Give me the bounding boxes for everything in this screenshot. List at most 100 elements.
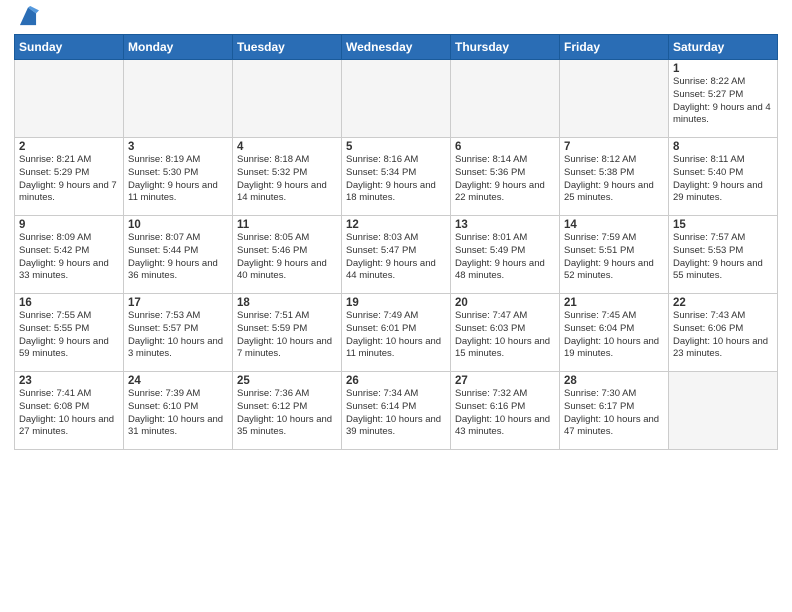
header-area [14,10,778,28]
calendar-cell: 14Sunrise: 7:59 AM Sunset: 5:51 PM Dayli… [560,216,669,294]
day-info: Sunrise: 7:36 AM Sunset: 6:12 PM Dayligh… [237,388,337,439]
day-info: Sunrise: 8:07 AM Sunset: 5:44 PM Dayligh… [128,232,228,283]
calendar-header-row: SundayMondayTuesdayWednesdayThursdayFrid… [15,35,778,60]
day-info: Sunrise: 8:01 AM Sunset: 5:49 PM Dayligh… [455,232,555,283]
day-number: 7 [564,141,664,153]
day-info: Sunrise: 7:45 AM Sunset: 6:04 PM Dayligh… [564,310,664,361]
calendar-cell: 12Sunrise: 8:03 AM Sunset: 5:47 PM Dayli… [342,216,451,294]
calendar-cell: 18Sunrise: 7:51 AM Sunset: 5:59 PM Dayli… [233,294,342,372]
day-info: Sunrise: 8:14 AM Sunset: 5:36 PM Dayligh… [455,154,555,205]
day-number: 1 [673,63,773,75]
weekday-header-friday: Friday [560,35,669,60]
day-info: Sunrise: 7:53 AM Sunset: 5:57 PM Dayligh… [128,310,228,361]
day-number: 6 [455,141,555,153]
day-info: Sunrise: 7:30 AM Sunset: 6:17 PM Dayligh… [564,388,664,439]
calendar-week-3: 16Sunrise: 7:55 AM Sunset: 5:55 PM Dayli… [15,294,778,372]
day-info: Sunrise: 8:05 AM Sunset: 5:46 PM Dayligh… [237,232,337,283]
day-number: 14 [564,219,664,231]
calendar-cell: 20Sunrise: 7:47 AM Sunset: 6:03 PM Dayli… [451,294,560,372]
calendar-week-1: 2Sunrise: 8:21 AM Sunset: 5:29 PM Daylig… [15,138,778,216]
day-info: Sunrise: 7:43 AM Sunset: 6:06 PM Dayligh… [673,310,773,361]
calendar-cell [451,60,560,138]
logo-icon [17,6,39,28]
day-info: Sunrise: 8:11 AM Sunset: 5:40 PM Dayligh… [673,154,773,205]
calendar-cell: 11Sunrise: 8:05 AM Sunset: 5:46 PM Dayli… [233,216,342,294]
day-number: 22 [673,297,773,309]
calendar-cell: 27Sunrise: 7:32 AM Sunset: 6:16 PM Dayli… [451,372,560,450]
day-number: 4 [237,141,337,153]
calendar-cell: 7Sunrise: 8:12 AM Sunset: 5:38 PM Daylig… [560,138,669,216]
day-info: Sunrise: 7:34 AM Sunset: 6:14 PM Dayligh… [346,388,446,439]
day-number: 5 [346,141,446,153]
day-info: Sunrise: 7:55 AM Sunset: 5:55 PM Dayligh… [19,310,119,361]
day-info: Sunrise: 8:22 AM Sunset: 5:27 PM Dayligh… [673,76,773,127]
day-number: 23 [19,375,119,387]
calendar-cell: 19Sunrise: 7:49 AM Sunset: 6:01 PM Dayli… [342,294,451,372]
calendar-cell: 13Sunrise: 8:01 AM Sunset: 5:49 PM Dayli… [451,216,560,294]
calendar-cell: 8Sunrise: 8:11 AM Sunset: 5:40 PM Daylig… [669,138,778,216]
calendar-cell: 17Sunrise: 7:53 AM Sunset: 5:57 PM Dayli… [124,294,233,372]
calendar-cell: 2Sunrise: 8:21 AM Sunset: 5:29 PM Daylig… [15,138,124,216]
weekday-header-thursday: Thursday [451,35,560,60]
calendar-cell: 21Sunrise: 7:45 AM Sunset: 6:04 PM Dayli… [560,294,669,372]
day-number: 11 [237,219,337,231]
day-number: 10 [128,219,228,231]
calendar-cell: 5Sunrise: 8:16 AM Sunset: 5:34 PM Daylig… [342,138,451,216]
weekday-header-monday: Monday [124,35,233,60]
day-info: Sunrise: 8:18 AM Sunset: 5:32 PM Dayligh… [237,154,337,205]
calendar-cell [233,60,342,138]
day-info: Sunrise: 7:39 AM Sunset: 6:10 PM Dayligh… [128,388,228,439]
calendar-container: SundayMondayTuesdayWednesdayThursdayFrid… [0,0,792,612]
weekday-header-tuesday: Tuesday [233,35,342,60]
day-info: Sunrise: 7:51 AM Sunset: 5:59 PM Dayligh… [237,310,337,361]
calendar-cell: 10Sunrise: 8:07 AM Sunset: 5:44 PM Dayli… [124,216,233,294]
calendar-cell: 24Sunrise: 7:39 AM Sunset: 6:10 PM Dayli… [124,372,233,450]
calendar-cell: 1Sunrise: 8:22 AM Sunset: 5:27 PM Daylig… [669,60,778,138]
day-info: Sunrise: 7:32 AM Sunset: 6:16 PM Dayligh… [455,388,555,439]
calendar-cell: 9Sunrise: 8:09 AM Sunset: 5:42 PM Daylig… [15,216,124,294]
calendar-cell [342,60,451,138]
calendar-week-0: 1Sunrise: 8:22 AM Sunset: 5:27 PM Daylig… [15,60,778,138]
day-info: Sunrise: 8:21 AM Sunset: 5:29 PM Dayligh… [19,154,119,205]
day-number: 28 [564,375,664,387]
weekday-header-sunday: Sunday [15,35,124,60]
day-info: Sunrise: 7:49 AM Sunset: 6:01 PM Dayligh… [346,310,446,361]
day-number: 18 [237,297,337,309]
day-info: Sunrise: 8:03 AM Sunset: 5:47 PM Dayligh… [346,232,446,283]
day-number: 13 [455,219,555,231]
calendar-cell: 16Sunrise: 7:55 AM Sunset: 5:55 PM Dayli… [15,294,124,372]
day-info: Sunrise: 7:59 AM Sunset: 5:51 PM Dayligh… [564,232,664,283]
day-number: 3 [128,141,228,153]
day-info: Sunrise: 8:19 AM Sunset: 5:30 PM Dayligh… [128,154,228,205]
day-info: Sunrise: 8:12 AM Sunset: 5:38 PM Dayligh… [564,154,664,205]
day-number: 8 [673,141,773,153]
day-info: Sunrise: 7:41 AM Sunset: 6:08 PM Dayligh… [19,388,119,439]
day-number: 24 [128,375,228,387]
weekday-header-saturday: Saturday [669,35,778,60]
weekday-header-wednesday: Wednesday [342,35,451,60]
calendar-cell: 6Sunrise: 8:14 AM Sunset: 5:36 PM Daylig… [451,138,560,216]
calendar-cell: 26Sunrise: 7:34 AM Sunset: 6:14 PM Dayli… [342,372,451,450]
day-number: 27 [455,375,555,387]
calendar-cell [560,60,669,138]
day-number: 21 [564,297,664,309]
calendar-cell [15,60,124,138]
day-info: Sunrise: 8:09 AM Sunset: 5:42 PM Dayligh… [19,232,119,283]
calendar-cell: 22Sunrise: 7:43 AM Sunset: 6:06 PM Dayli… [669,294,778,372]
day-number: 20 [455,297,555,309]
calendar-cell: 4Sunrise: 8:18 AM Sunset: 5:32 PM Daylig… [233,138,342,216]
day-number: 12 [346,219,446,231]
calendar-week-4: 23Sunrise: 7:41 AM Sunset: 6:08 PM Dayli… [15,372,778,450]
day-number: 15 [673,219,773,231]
logo [14,14,39,28]
day-number: 2 [19,141,119,153]
calendar-week-2: 9Sunrise: 8:09 AM Sunset: 5:42 PM Daylig… [15,216,778,294]
day-number: 19 [346,297,446,309]
calendar-cell [669,372,778,450]
day-number: 16 [19,297,119,309]
calendar-cell [124,60,233,138]
calendar-cell: 28Sunrise: 7:30 AM Sunset: 6:17 PM Dayli… [560,372,669,450]
day-info: Sunrise: 8:16 AM Sunset: 5:34 PM Dayligh… [346,154,446,205]
calendar-cell: 15Sunrise: 7:57 AM Sunset: 5:53 PM Dayli… [669,216,778,294]
day-number: 9 [19,219,119,231]
